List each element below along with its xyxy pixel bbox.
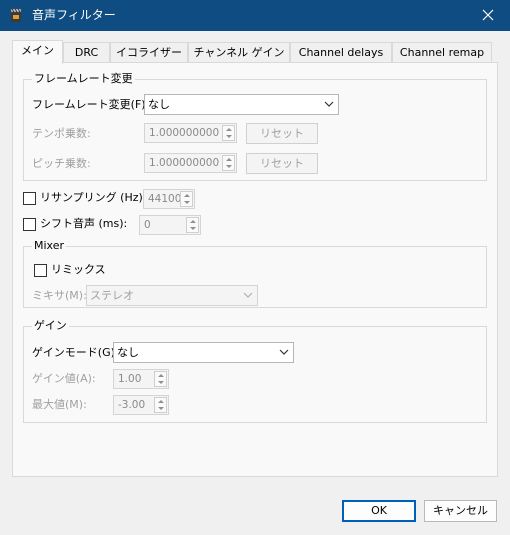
tempo-value: 1.000000000 [149, 127, 220, 139]
pitch-reset-button[interactable]: リセット [246, 153, 318, 174]
spin-arrows-icon[interactable] [222, 155, 235, 171]
mixer-group: Mixer リミックス ミキサ(M): ステレオ [23, 239, 487, 308]
gain-max-value: -3.00 [118, 399, 146, 411]
gain-mode-label: ゲインモード(G): [32, 346, 119, 359]
spin-arrows-icon[interactable] [154, 397, 167, 413]
tab-panel-main: フレームレート変更 フレームレート変更(F): なし テンポ乗数: 1.0000… [12, 62, 498, 477]
pitch-label: ピッチ乗数: [32, 157, 91, 170]
tab-channel-delays[interactable]: Channel delays [290, 42, 392, 62]
framerate-change-label: フレームレート変更(F): [32, 98, 150, 111]
spin-arrows-icon[interactable] [186, 217, 199, 233]
tab-main[interactable]: メイン [12, 40, 63, 64]
gain-mode-select[interactable]: なし [113, 342, 294, 363]
gain-value-label: ゲイン値(A): [32, 372, 96, 385]
gain-max-label: 最大値(M): [32, 398, 87, 411]
ok-button[interactable]: OK [342, 500, 416, 522]
remix-label: リミックス [51, 263, 106, 276]
app-icon [10, 8, 22, 22]
gain-group: ゲイン ゲインモード(G): なし ゲイン値(A): 1.00 最大値(M): … [23, 319, 487, 423]
tempo-spinbox[interactable]: 1.000000000 [144, 123, 237, 143]
resampling-spinbox[interactable]: 44100 [143, 189, 195, 209]
shift-value: 0 [144, 219, 151, 231]
tempo-reset-button[interactable]: リセット [246, 123, 318, 144]
shift-spinbox[interactable]: 0 [139, 215, 201, 235]
cancel-button[interactable]: キャンセル [424, 500, 497, 522]
gain-group-label: ゲイン [32, 319, 69, 333]
resampling-checkbox[interactable] [23, 192, 36, 205]
close-button[interactable] [466, 0, 510, 31]
shift-label: シフト音声 (ms): [40, 217, 128, 230]
gain-value-spinbox[interactable]: 1.00 [113, 369, 169, 389]
chevron-down-icon [279, 349, 289, 355]
resampling-label: リサンプリング (Hz): [40, 191, 147, 204]
framerate-change-select[interactable]: なし [144, 94, 339, 115]
chevron-down-icon [243, 292, 253, 298]
spin-arrows-icon[interactable] [222, 125, 235, 141]
chevron-down-icon [324, 101, 334, 107]
shift-checkbox[interactable] [23, 218, 36, 231]
framerate-group: フレームレート変更 フレームレート変更(F): なし テンポ乗数: 1.0000… [23, 72, 487, 181]
window-title: 音声フィルター [32, 8, 116, 22]
gain-mode-value: なし [117, 346, 139, 359]
close-icon [482, 9, 494, 21]
gain-value: 1.00 [118, 373, 142, 385]
mixer-group-label: Mixer [32, 239, 67, 253]
tempo-label: テンポ乗数: [32, 127, 91, 140]
gain-max-spinbox[interactable]: -3.00 [113, 395, 169, 415]
framerate-group-label: フレームレート変更 [32, 72, 135, 86]
pitch-spinbox[interactable]: 1.000000000 [144, 153, 237, 173]
tab-drc[interactable]: DRC [63, 42, 110, 62]
pitch-value: 1.000000000 [149, 157, 220, 169]
mixer-label: ミキサ(M): [32, 289, 87, 302]
spin-arrows-icon[interactable] [154, 371, 167, 387]
remix-checkbox[interactable] [34, 264, 47, 277]
mixer-value: ステレオ [90, 289, 134, 302]
resampling-value: 44100 [148, 193, 182, 205]
title-bar: 音声フィルター [0, 0, 510, 31]
mixer-select[interactable]: ステレオ [86, 285, 258, 306]
tab-equalizer[interactable]: イコライザー [110, 42, 188, 62]
spin-arrows-icon[interactable] [180, 191, 193, 207]
tab-channel-gain[interactable]: チャンネル ゲイン [188, 42, 290, 62]
framerate-change-value: なし [148, 98, 170, 111]
tab-channel-remap[interactable]: Channel remap [392, 42, 492, 62]
